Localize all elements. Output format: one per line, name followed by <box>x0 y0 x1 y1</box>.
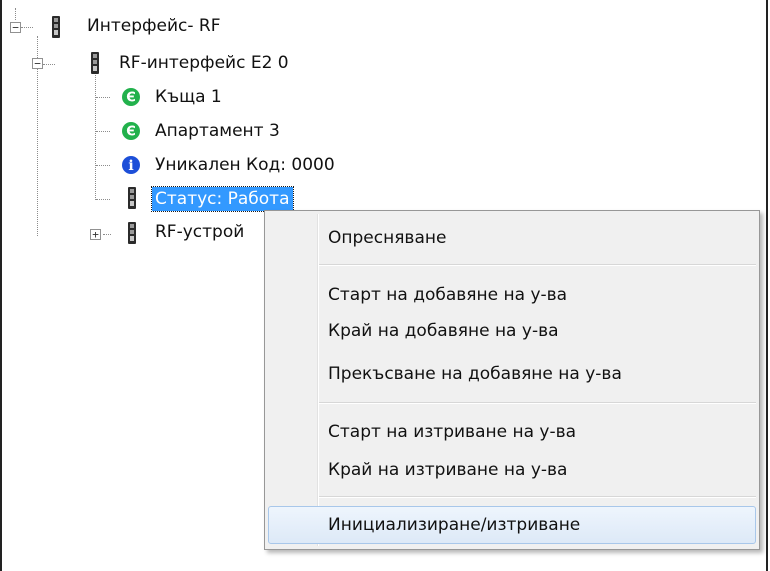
menu-item-end-add[interactable]: Край на добавяне на у-ва <box>268 312 756 350</box>
expand-toggle[interactable]: + <box>90 229 101 240</box>
tree-line <box>103 234 111 235</box>
tree-line <box>15 8 16 20</box>
tree-line <box>96 97 110 98</box>
collapse-toggle[interactable]: − <box>32 58 43 69</box>
tree-line <box>96 165 110 166</box>
svg-text:Є: Є <box>126 91 136 106</box>
collapse-toggle[interactable]: − <box>10 22 21 33</box>
tree-node-root[interactable]: Интерфейс- RF <box>84 14 224 38</box>
tree-node-house[interactable]: Къща 1 <box>152 85 225 109</box>
tree-node-apartment[interactable]: Апартамент 3 <box>152 119 283 143</box>
menu-separator <box>319 264 756 266</box>
menu-item-refresh[interactable]: Опресняване <box>268 219 756 257</box>
tree-node-interface[interactable]: RF-интерфейс E2 0 <box>116 51 292 75</box>
tree-node-devices[interactable]: RF-устрой <box>152 220 247 244</box>
menu-separator <box>319 402 756 404</box>
menu-item-initialize-delete[interactable]: Инициализиране/изтриване <box>268 506 756 544</box>
context-menu: Опресняване Старт на добавяне на у-ва Кр… <box>264 210 760 550</box>
tree-line <box>96 131 110 132</box>
device-icon <box>128 187 136 209</box>
menu-separator <box>319 496 756 498</box>
tree-node-status-selected[interactable]: Статус: Работа <box>151 186 294 212</box>
menu-item-start-add[interactable]: Старт на добавяне на у-ва <box>268 276 756 314</box>
tree-line <box>21 27 33 28</box>
device-icon <box>52 16 60 38</box>
e-green-icon: Є <box>122 122 140 140</box>
menu-item-end-delete[interactable]: Край на изтриване на у-ва <box>268 451 756 489</box>
info-blue-icon: i <box>122 156 140 174</box>
tree-line <box>95 72 96 200</box>
e-green-icon: Є <box>122 88 140 106</box>
svg-text:Є: Є <box>126 125 136 140</box>
menu-item-abort-add[interactable]: Прекъсване на добавяне на у-ва <box>268 355 756 393</box>
svg-text:i: i <box>128 158 133 174</box>
device-icon <box>128 222 136 244</box>
device-icon <box>91 52 99 74</box>
tree-line <box>43 64 55 65</box>
tree-line <box>96 199 110 200</box>
menu-item-start-delete[interactable]: Старт на изтриване на у-ва <box>268 413 756 451</box>
tree-node-unique-code[interactable]: Уникален Код: 0000 <box>152 153 338 177</box>
